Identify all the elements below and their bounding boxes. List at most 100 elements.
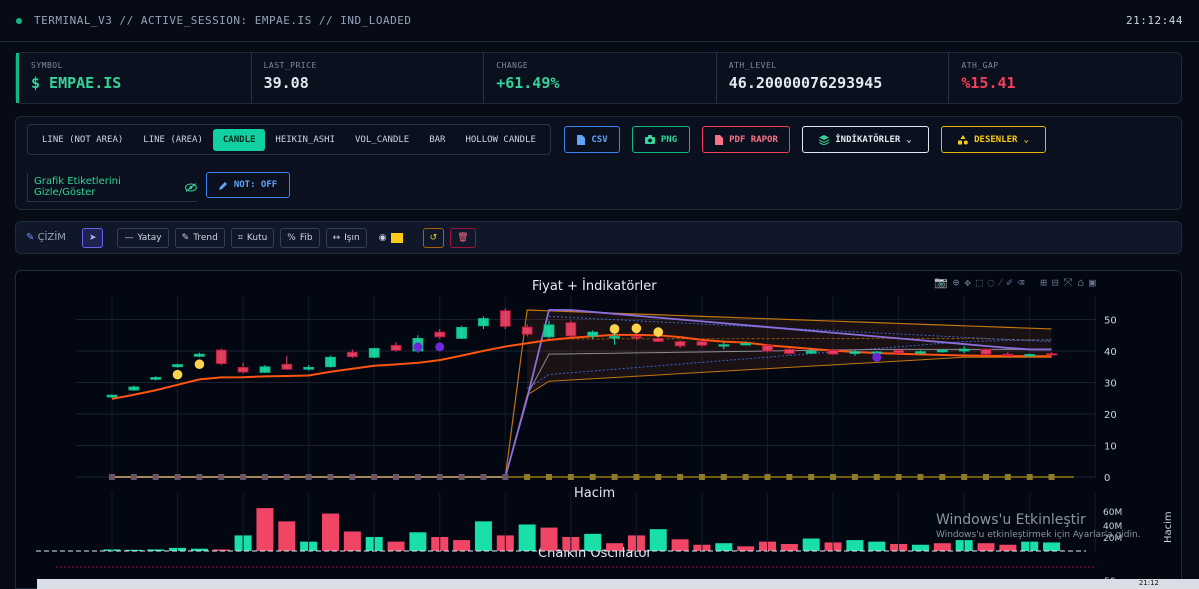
yellow-signal-marker xyxy=(631,323,642,334)
chart-type-heikin-ashi[interactable]: HEIKIN_ASHI xyxy=(265,129,345,151)
png-button[interactable]: PNG xyxy=(632,126,690,153)
candle-body xyxy=(368,348,380,358)
candle-body xyxy=(543,324,555,338)
candle-body xyxy=(434,331,446,338)
yellow-signal-marker xyxy=(172,369,183,380)
stat-label: SYMBOL xyxy=(31,61,63,70)
candle-body xyxy=(456,326,468,339)
note-label: NOT: OFF xyxy=(233,180,278,190)
fib-tool[interactable]: % Fib xyxy=(280,227,320,248)
shapes-icon xyxy=(958,134,968,144)
y-tick-label: 10 xyxy=(1104,442,1117,453)
pdf-report-button[interactable]: PDF RAPOR xyxy=(702,126,790,153)
status-dot-icon xyxy=(16,17,22,24)
chart-area: 📷 ⊕ ✥ ⬚ ◌ ⁄ ✐ ⌫ ⊞ ⊟ ⤧ ⌂ ▣ Fiyat + İndika… xyxy=(15,270,1182,589)
candle-body xyxy=(936,349,948,353)
toggle-labels-button[interactable]: Grafik Etiketlerini Gizle/Göster xyxy=(27,173,197,202)
ray-tool[interactable]: ↔ Işın xyxy=(325,227,367,248)
candle-body xyxy=(762,344,773,352)
zero-marker xyxy=(567,474,574,480)
candle-body xyxy=(652,338,664,342)
pencil-icon xyxy=(218,181,227,190)
arrows-horizontal-icon: ↔ xyxy=(332,232,341,243)
candle-body xyxy=(958,348,970,352)
stat-label: ATH_LEVEL xyxy=(728,61,777,70)
stat-symbol: SYMBOL $ EMPAE.IS xyxy=(16,53,251,103)
volume-bar xyxy=(846,540,864,551)
zero-marker xyxy=(546,474,552,480)
delete-button[interactable]: 🗑 xyxy=(450,227,476,248)
candle xyxy=(150,376,162,381)
candle xyxy=(478,316,489,329)
chart-type-line-area[interactable]: LINE (AREA) xyxy=(133,129,213,151)
candle-body xyxy=(696,341,708,346)
stat-ath-gap: ATH_GAP %15.41 xyxy=(948,53,1181,103)
candle xyxy=(565,320,577,339)
chart-type-vol-candle[interactable]: VOL_CANDLE xyxy=(345,129,419,151)
chart-type-bar[interactable]: BAR xyxy=(419,129,455,151)
color-swatch[interactable] xyxy=(390,232,403,243)
csv-button[interactable]: CSV xyxy=(564,126,620,153)
candle xyxy=(303,365,315,371)
stat-value: 39.08 xyxy=(263,74,309,92)
box-tool[interactable]: ⌗ Kutu xyxy=(230,227,275,248)
pdf-file-icon xyxy=(715,134,724,145)
yellow-signal-marker xyxy=(194,359,205,370)
candle-body xyxy=(215,349,227,365)
cursor-tool-button[interactable]: ➤ xyxy=(81,227,104,248)
candle-body xyxy=(499,310,511,327)
candle-body xyxy=(259,366,271,373)
volume-bar xyxy=(453,540,471,551)
volume-bar xyxy=(649,529,667,551)
candle-body xyxy=(478,318,489,327)
zero-marker xyxy=(436,474,443,480)
zero-marker xyxy=(130,474,137,480)
horizontal-line-tool[interactable]: — Yatay xyxy=(117,227,169,248)
zero-marker xyxy=(611,474,618,480)
patterns-label: DESENLER xyxy=(974,134,1018,145)
indicators-dropdown[interactable]: İNDİKATÖRLER ⌄ xyxy=(802,126,929,153)
file-icon xyxy=(577,134,586,145)
chart-toolbox: LINE (NOT AREA) LINE (AREA) CANDLE HEIKI… xyxy=(15,116,1182,210)
volume-bar xyxy=(387,541,405,551)
palette-icon: ◉ xyxy=(378,232,387,243)
note-toggle-button[interactable]: NOT: OFF xyxy=(206,172,290,198)
zero-marker xyxy=(480,474,487,480)
watermark-title: Windows'u Etkinleştir xyxy=(936,512,1086,528)
chart-canvas[interactable]: 01020304050 60M40M20MHacim50 xyxy=(16,271,1182,589)
y-tick-label: 40 xyxy=(1104,347,1117,358)
volume-bar xyxy=(737,546,755,551)
color-picker[interactable]: ◉ xyxy=(373,228,409,248)
candle-body xyxy=(150,377,162,380)
undo-button[interactable]: ↺ xyxy=(422,227,445,248)
volume-bar xyxy=(518,524,536,551)
zero-marker xyxy=(720,474,727,480)
chart-type-candle[interactable]: CANDLE xyxy=(212,128,266,151)
undo-icon: ↺ xyxy=(429,232,438,243)
csv-label: CSV xyxy=(591,134,608,145)
stat-label: ATH_GAP xyxy=(961,61,999,70)
candle-body xyxy=(849,351,861,354)
zero-marker xyxy=(983,474,989,480)
candle xyxy=(237,362,249,374)
zero-marker xyxy=(698,474,705,480)
chart-type-line-not-area[interactable]: LINE (NOT AREA) xyxy=(32,129,133,151)
volume-bar xyxy=(977,543,995,551)
candle-body xyxy=(893,349,904,354)
percent-icon: % xyxy=(287,232,296,243)
trend-line-tool[interactable]: ✎ Trend xyxy=(174,227,225,248)
candle-body xyxy=(980,349,992,355)
candle-body xyxy=(106,394,118,398)
taskbar: 21:12 xyxy=(37,579,1199,589)
zero-marker xyxy=(1048,474,1055,480)
layers-icon xyxy=(819,134,830,145)
patterns-dropdown[interactable]: DESENLER ⌄ xyxy=(941,126,1046,153)
candle-body xyxy=(237,366,249,373)
zero-marker xyxy=(633,474,640,480)
stat-label: CHANGE xyxy=(496,61,529,70)
candle-body xyxy=(631,336,642,339)
chart-type-hollow-candle[interactable]: HOLLOW CANDLE xyxy=(455,129,545,151)
session-text: TERMINAL_V3 // ACTIVE_SESSION: EMPAE.IS … xyxy=(34,14,412,27)
volume-bar xyxy=(780,543,798,551)
zero-marker xyxy=(327,474,334,480)
